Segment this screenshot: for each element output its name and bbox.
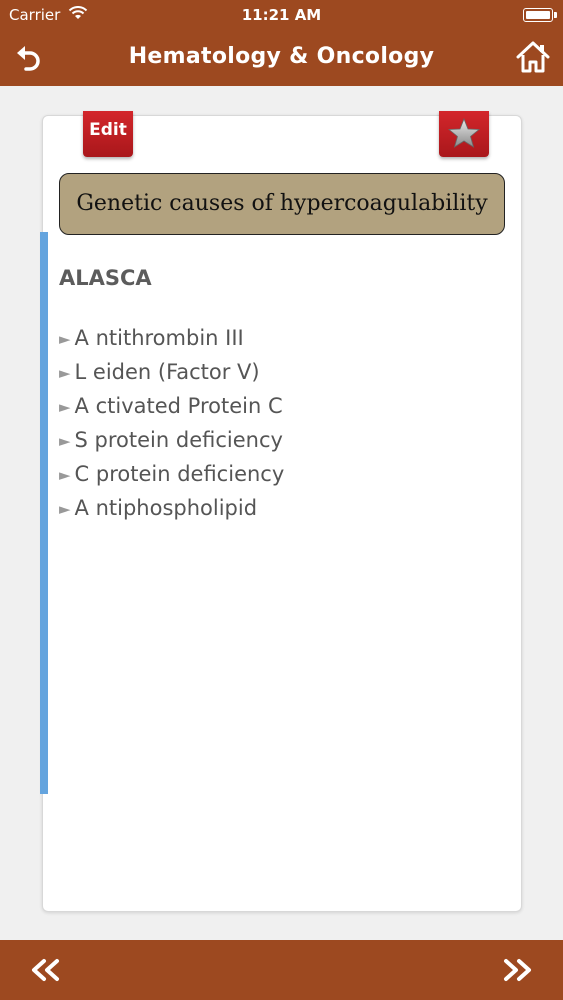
battery-icon — [523, 8, 557, 22]
list-item: ► S protein deficiency — [59, 428, 283, 452]
status-time: 11:21 AM — [241, 6, 322, 24]
star-icon — [447, 117, 481, 148]
list-item: ► A ntiphospholipid — [59, 496, 258, 520]
content-card: Edit Genetic causes of hypercoagulabilit… — [40, 111, 522, 912]
bullet-arrow-icon: ► — [59, 466, 71, 484]
bullet-arrow-icon: ► — [59, 398, 71, 416]
accent-bar — [40, 232, 48, 794]
home-button[interactable] — [515, 40, 551, 74]
bullet-arrow-icon: ► — [59, 432, 71, 450]
mnemonic-list: ► A ntithrombin III ► L eiden (Factor V) ►… — [59, 321, 284, 525]
mnemonic-heading: ALASCA — [59, 266, 152, 290]
bullet-arrow-icon: ► — [59, 330, 71, 348]
favorite-button[interactable] — [439, 111, 489, 157]
list-item: ► A ctivated Protein C — [59, 394, 283, 418]
home-icon — [516, 41, 550, 73]
nav-bar: Hematology & Oncology — [0, 30, 563, 86]
page-title: Hematology & Oncology — [128, 44, 435, 69]
double-chevron-left-icon — [32, 959, 59, 981]
double-chevron-right-icon — [504, 959, 531, 981]
list-item: ► A ntithrombin III — [59, 326, 244, 350]
bottom-bar — [0, 940, 563, 1000]
status-bar: Carrier 11:21 AM — [0, 0, 563, 30]
list-item: ► C protein deficiency — [59, 462, 285, 486]
bullet-arrow-icon: ► — [59, 500, 71, 518]
list-item: ► L eiden (Factor V) — [59, 360, 260, 384]
next-button[interactable] — [501, 958, 535, 982]
bullet-arrow-icon: ► — [59, 364, 71, 382]
topic-title: Genetic causes of hypercoagulability — [59, 173, 505, 235]
edit-button[interactable]: Edit — [83, 111, 133, 157]
previous-button[interactable] — [28, 958, 62, 982]
